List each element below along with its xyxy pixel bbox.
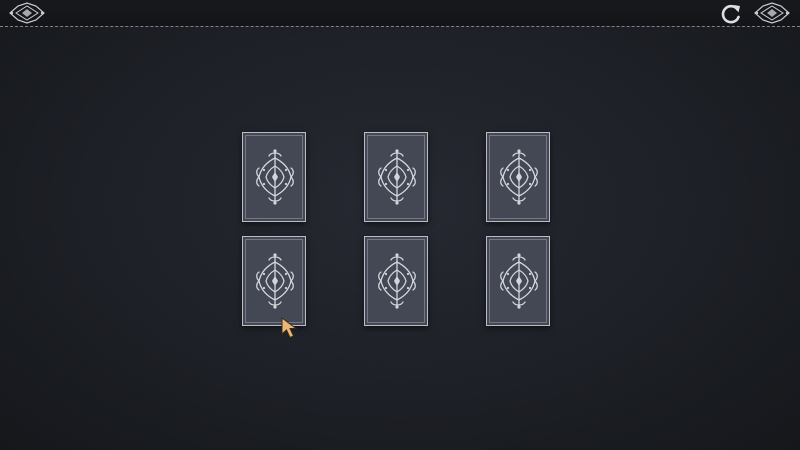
card-grid [242,132,550,328]
card-2[interactable] [364,132,428,222]
menu-button-left[interactable] [8,2,46,24]
restart-button[interactable] [719,2,743,26]
ornament-icon [500,253,538,309]
top-bar-divider [0,26,800,27]
ornament-menu-icon [9,2,45,24]
ornament-icon [378,253,416,309]
card-1[interactable] [242,132,306,222]
ornament-icon [378,149,416,205]
ornament-menu-icon [754,2,790,24]
menu-button-right[interactable] [753,2,791,24]
game-screen [0,0,800,450]
card-3[interactable] [486,132,550,222]
ornament-icon [256,149,294,205]
card-5[interactable] [364,236,428,326]
ornament-icon [256,253,294,309]
restart-icon [721,4,740,24]
card-4[interactable] [242,236,306,326]
card-6[interactable] [486,236,550,326]
top-bar [0,0,800,26]
ornament-icon [500,149,538,205]
